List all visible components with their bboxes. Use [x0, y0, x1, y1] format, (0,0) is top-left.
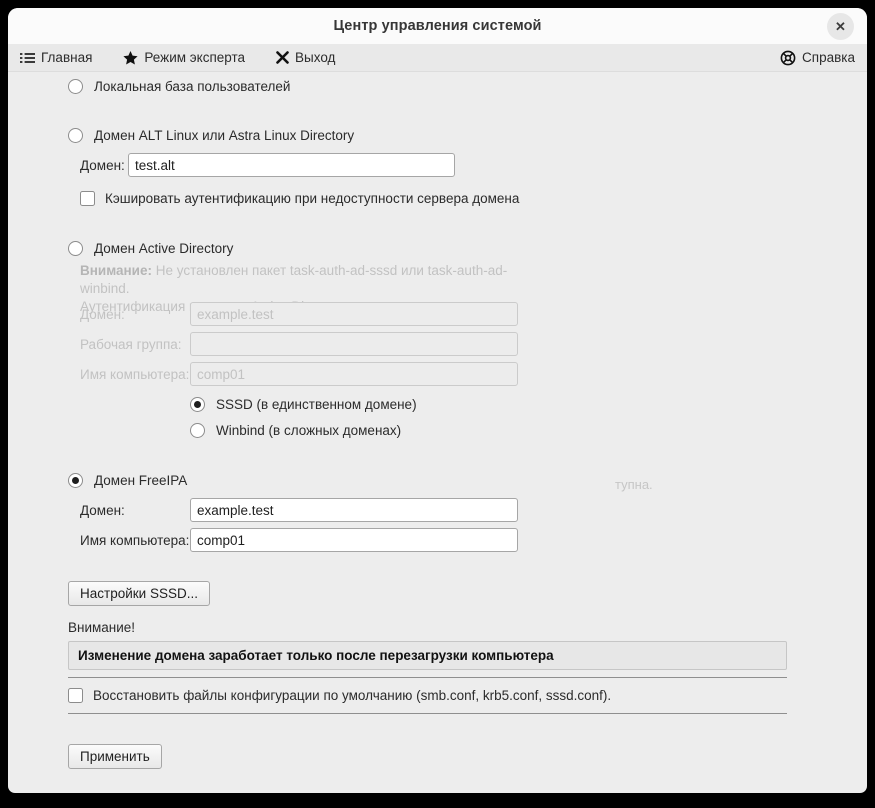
cache-auth-checkbox[interactable] — [80, 191, 95, 206]
radio-option-freeipa[interactable]: Домен FreeIPA — [68, 473, 187, 488]
list-menu-icon — [20, 52, 35, 64]
ad-domain-input — [190, 302, 518, 326]
radio-option-local-db[interactable]: Локальная база пользователей — [68, 79, 290, 94]
ad-hostname-label: Имя компьютера: — [80, 367, 190, 382]
cache-auth-row[interactable]: Кэшировать аутентификацию при недоступно… — [80, 191, 519, 206]
warning-message-box: Изменение домена заработает только после… — [68, 641, 787, 670]
radio-winbind-label: Winbind (в сложных доменах) — [216, 423, 401, 438]
ipa-domain-field-row: Домен: — [80, 498, 518, 522]
toolbar-item-expert-mode[interactable]: Режим эксперта — [123, 50, 245, 65]
ad-hostname-input — [190, 362, 518, 386]
radio-local-db-label: Локальная база пользователей — [94, 79, 290, 94]
ipa-hostname-label: Имя компьютера: — [80, 533, 190, 548]
separator — [68, 677, 787, 678]
restore-configs-row[interactable]: Восстановить файлы конфигурации по умолч… — [68, 688, 611, 703]
ipa-hostname-field-row: Имя компьютера: — [80, 528, 518, 552]
toolbar-exit-label: Выход — [295, 50, 335, 65]
ad-workgroup-label: Рабочая группа: — [80, 337, 190, 352]
radio-option-winbind[interactable]: Winbind (в сложных доменах) — [190, 423, 401, 438]
cache-auth-label: Кэшировать аутентификацию при недоступно… — [105, 191, 519, 206]
alt-domain-input[interactable] — [128, 153, 455, 177]
sssd-settings-button[interactable]: Настройки SSSD... — [68, 581, 210, 606]
radio-alt-domain-label: Домен ALT Linux или Astra Linux Director… — [94, 128, 354, 143]
radio-freeipa-label: Домен FreeIPA — [94, 473, 187, 488]
ipa-hostname-input[interactable] — [190, 528, 518, 552]
toolbar-expert-label: Режим эксперта — [144, 50, 245, 65]
ad-domain-label: Домен: — [80, 307, 190, 322]
restore-configs-checkbox[interactable] — [68, 688, 83, 703]
help-lifebuoy-icon — [780, 50, 796, 66]
stale-text-artifact: тупна. — [615, 477, 653, 492]
radio-ad-domain-label: Домен Active Directory — [94, 241, 233, 256]
close-icon: ✕ — [835, 19, 846, 35]
toolbar-help-label: Справка — [802, 50, 855, 65]
alt-domain-label: Домен: — [80, 158, 128, 173]
radio-winbind[interactable] — [190, 423, 205, 438]
ad-hostname-field-row: Имя компьютера: — [80, 362, 518, 386]
warning-message: Изменение домена заработает только после… — [78, 648, 554, 663]
ad-domain-field-row: Домен: — [80, 302, 518, 326]
separator — [68, 713, 787, 714]
radio-freeipa[interactable] — [68, 473, 83, 488]
app-window: Центр управления системой ✕ Главная Режи… — [8, 8, 867, 793]
apply-button[interactable]: Применить — [68, 744, 162, 769]
auth-settings-panel: Локальная база пользователей Домен ALT L… — [8, 72, 867, 793]
toolbar-home-label: Главная — [41, 50, 92, 65]
radio-option-ad-domain[interactable]: Домен Active Directory — [68, 241, 233, 256]
radio-option-sssd[interactable]: SSSD (в единственном домене) — [190, 397, 417, 412]
radio-local-db[interactable] — [68, 79, 83, 94]
ipa-domain-input[interactable] — [190, 498, 518, 522]
ad-workgroup-input — [190, 332, 518, 356]
toolbar-item-help[interactable]: Справка — [780, 50, 855, 66]
radio-sssd-label: SSSD (в единственном домене) — [216, 397, 417, 412]
close-button[interactable]: ✕ — [827, 13, 854, 40]
radio-option-alt-domain[interactable]: Домен ALT Linux или Astra Linux Director… — [68, 128, 354, 143]
toolbar-item-home[interactable]: Главная — [20, 50, 92, 65]
window-title: Центр управления системой — [333, 18, 541, 34]
exit-x-icon — [276, 51, 289, 64]
restore-configs-label: Восстановить файлы конфигурации по умолч… — [93, 688, 611, 703]
alt-domain-field-row: Домен: — [80, 153, 455, 177]
radio-ad-domain[interactable] — [68, 241, 83, 256]
radio-alt-domain[interactable] — [68, 128, 83, 143]
ad-warning-bold: Внимание: — [80, 263, 152, 278]
ipa-domain-label: Домен: — [80, 503, 190, 518]
star-icon — [123, 51, 138, 65]
warning-title: Внимание! — [68, 620, 135, 635]
titlebar: Центр управления системой ✕ — [8, 8, 867, 44]
radio-sssd[interactable] — [190, 397, 205, 412]
ad-workgroup-field-row: Рабочая группа: — [80, 332, 518, 356]
toolbar: Главная Режим эксперта Выход Справка — [8, 44, 867, 72]
toolbar-item-exit[interactable]: Выход — [276, 50, 335, 65]
